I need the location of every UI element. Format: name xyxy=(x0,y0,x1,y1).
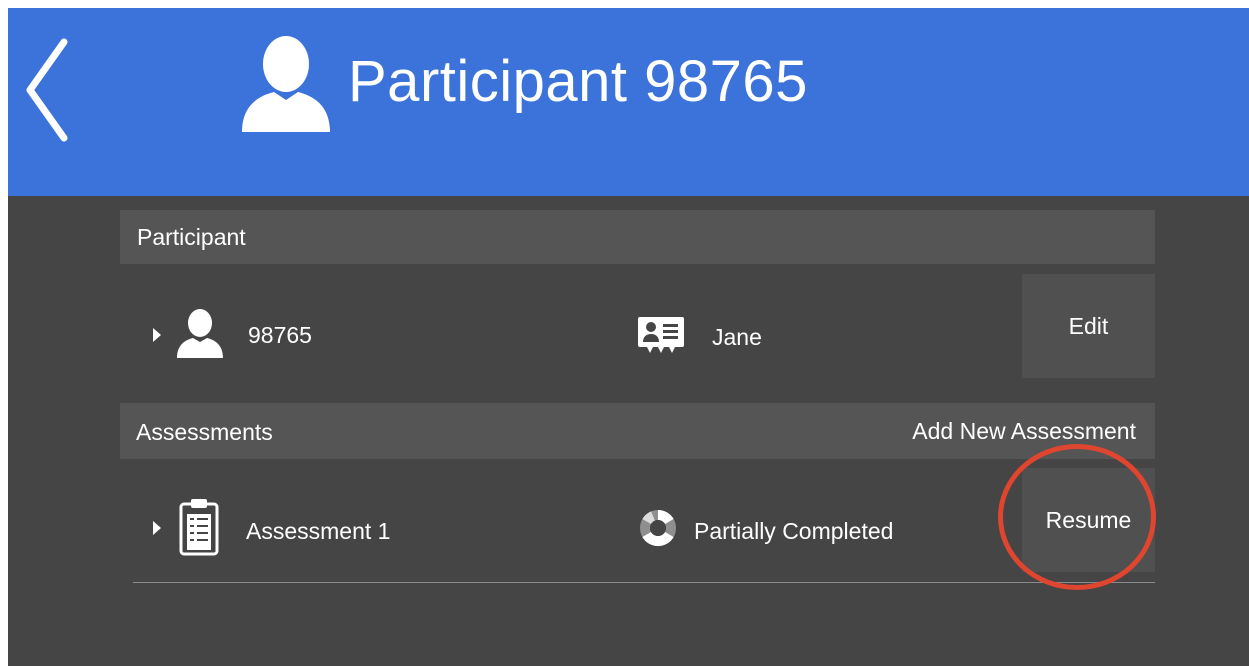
assessments-section-label: Assessments xyxy=(136,419,273,445)
assessments-section-header: Assessments Add New Assessment xyxy=(120,403,1155,459)
participant-section-label: Participant xyxy=(137,224,246,250)
highlight-annotation-circle xyxy=(998,444,1156,590)
chevron-left-icon[interactable] xyxy=(22,38,72,143)
id-card-icon xyxy=(638,317,684,353)
disclosure-triangle-icon[interactable] xyxy=(153,521,161,535)
header-bar: Participant 98765 xyxy=(8,8,1249,196)
participant-id: 98765 xyxy=(248,322,312,348)
add-new-assessment-button[interactable]: Add New Assessment xyxy=(912,418,1136,445)
disclosure-triangle-icon[interactable] xyxy=(153,328,161,342)
participant-name: Jane xyxy=(712,324,762,350)
person-icon xyxy=(177,309,223,358)
edit-button[interactable]: Edit xyxy=(1022,274,1155,378)
progress-ring-icon xyxy=(640,509,676,547)
person-icon xyxy=(242,36,330,132)
page-title: Participant 98765 xyxy=(348,49,808,114)
assessment-status: Partially Completed xyxy=(694,518,894,544)
row-divider xyxy=(133,582,1155,583)
participant-section-header: Participant xyxy=(120,210,1155,264)
assessment-name: Assessment 1 xyxy=(246,518,391,544)
participant-row[interactable]: 98765 Jane Edit xyxy=(120,274,1155,378)
clipboard-checklist-icon xyxy=(179,499,219,556)
